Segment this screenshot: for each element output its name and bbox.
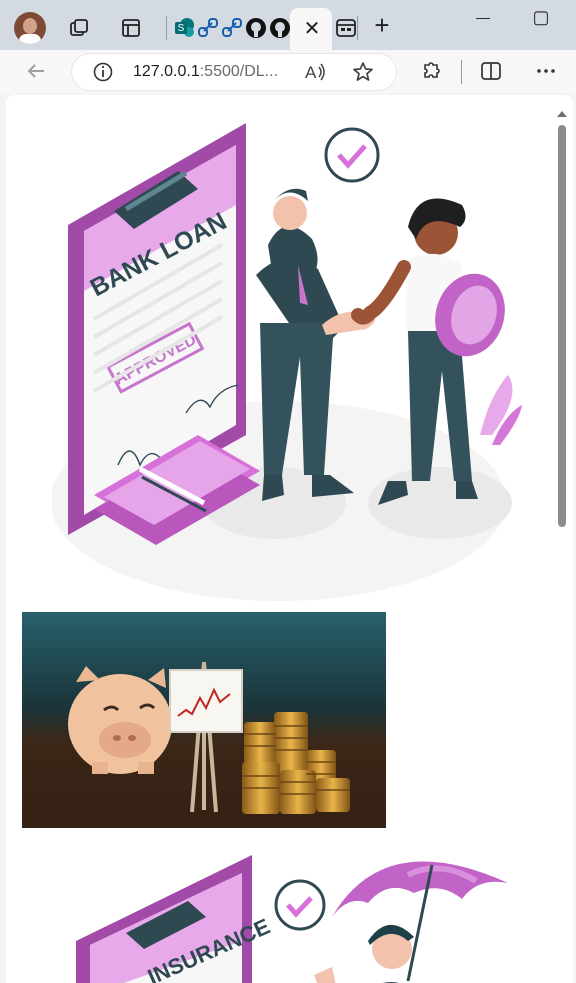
- insurance-illustration: INSURANCE: [68, 845, 538, 983]
- profile-avatar[interactable]: [14, 12, 46, 44]
- info-icon[interactable]: [91, 60, 115, 84]
- new-tab-icon[interactable]: +: [370, 10, 394, 40]
- page-scrollbar[interactable]: [557, 111, 567, 983]
- favorite-star-icon[interactable]: [351, 60, 375, 84]
- address-bar: 127.0.0.1:5500/DL... A: [0, 50, 576, 94]
- extensions-icon[interactable]: [419, 59, 443, 83]
- url-field[interactable]: 127.0.0.1:5500/DL... A: [71, 53, 397, 91]
- piggy-bank-photo: [22, 612, 386, 828]
- browser-window: S ✕ + — ▢ 127.0.0.1:5500/DL... A BANK LO…: [0, 0, 576, 983]
- more-menu-icon[interactable]: [534, 59, 558, 83]
- app-tab[interactable]: [334, 14, 358, 42]
- back-arrow-icon[interactable]: [24, 59, 48, 83]
- page-content: BANK LOAN APPROVED INSURANCE: [6, 95, 573, 983]
- tab-separator: [166, 16, 167, 40]
- github-tab-2[interactable]: [268, 14, 292, 42]
- bank-loan-illustration: BANK LOAN APPROVED: [50, 115, 522, 605]
- tab-bar: S ✕ + — ▢: [0, 0, 576, 50]
- tab-actions-icon[interactable]: [67, 16, 91, 40]
- scroll-up-arrow-icon[interactable]: [557, 111, 567, 117]
- link-tab-2[interactable]: [220, 14, 244, 42]
- svg-text:A: A: [305, 63, 317, 82]
- active-tab[interactable]: ✕: [290, 8, 332, 50]
- tab-separator-2: [357, 16, 358, 40]
- svg-text:S: S: [178, 23, 185, 34]
- avatar-face: [23, 18, 37, 34]
- workspace-icon[interactable]: [119, 16, 143, 40]
- close-tab-icon[interactable]: ✕: [300, 16, 324, 40]
- avatar-shirt: [19, 34, 41, 44]
- read-aloud-icon[interactable]: A: [303, 60, 327, 84]
- maximize-icon[interactable]: ▢: [532, 7, 550, 27]
- scroll-thumb[interactable]: [558, 125, 566, 527]
- url-text[interactable]: 127.0.0.1:5500/DL...: [133, 63, 278, 81]
- github-tab-1[interactable]: [244, 14, 268, 42]
- toolbar-separator: [461, 60, 462, 84]
- split-screen-icon[interactable]: [479, 59, 503, 83]
- minimize-icon[interactable]: —: [474, 8, 492, 26]
- link-tab-1[interactable]: [196, 14, 220, 42]
- sharepoint-tab[interactable]: S: [173, 14, 197, 42]
